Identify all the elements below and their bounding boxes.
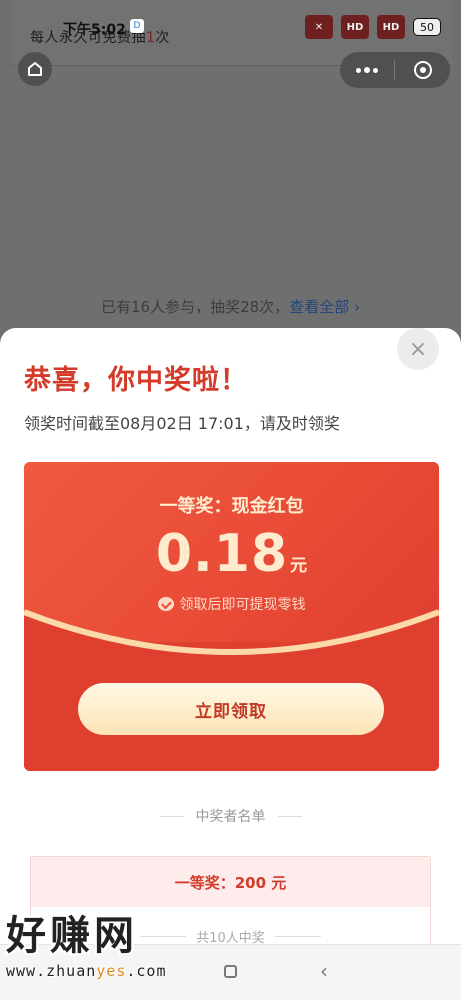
watermark: 好赚网 www.zhuanyes.com (6, 912, 167, 980)
free-draw-count: 1 (146, 30, 156, 46)
prize-sheet: × 恭喜，你中奖啦！ 领奖时间截至08月02日 17:01，请及时领奖 一等奖：… (0, 328, 461, 1000)
divider (274, 936, 321, 937)
wechat-pay-icon (157, 597, 174, 611)
winners-heading: 中奖者名单 (0, 806, 461, 826)
dot-icon (356, 67, 361, 73)
amount-unit: 元 (290, 556, 308, 576)
close-icon: × (408, 336, 428, 362)
claim-button[interactable]: 立即领取 (78, 683, 384, 735)
view-all-link[interactable]: 查看全部 › (289, 298, 360, 316)
app-notification-icon: D (130, 19, 144, 33)
exit-button[interactable] (395, 61, 450, 79)
status-time: 下午5:02 (63, 22, 126, 38)
prize-title: 一等奖：现金红包 (159, 496, 304, 517)
free-draw-suffix: 次 (155, 30, 170, 46)
withdraw-text: 领取后即可提现零钱 (179, 597, 306, 613)
view-all-label: 查看全部 (289, 298, 350, 316)
amount-value: 0.18 (155, 524, 289, 584)
dot-icon (364, 67, 370, 73)
more-button[interactable] (340, 52, 394, 88)
back-icon[interactable]: ‹ (320, 959, 328, 983)
home-icon (28, 62, 42, 76)
prize-card: 一等奖：现金红包 0.18 元 领取后即可提现零钱 立即领取 (24, 462, 439, 771)
divider (159, 815, 184, 817)
close-button[interactable]: × (397, 328, 439, 370)
withdraw-note: 领取后即可提现零钱 (24, 594, 439, 614)
watermark-logo: 好赚网 (6, 913, 138, 959)
divider (277, 815, 302, 817)
recents-icon[interactable] (224, 965, 237, 978)
battery-icon: 50 (413, 18, 441, 36)
prize-amount: 0.18 元 (24, 524, 439, 584)
home-button[interactable] (18, 52, 52, 86)
winners-tier: 一等奖：200 元 (31, 857, 430, 907)
mini-program-capsule (340, 52, 450, 88)
status-icons: ✕ HD HD 50 (305, 15, 441, 39)
watermark-url: www.zhuanyes.com (6, 962, 167, 980)
signal-icon: HD (341, 15, 369, 39)
signal-icon-2: HD (377, 15, 405, 39)
winners-title: 中奖者名单 (195, 809, 266, 825)
target-icon (413, 61, 432, 79)
claim-deadline: 领奖时间截至08月02日 17:01，请及时领奖 (24, 414, 340, 433)
participants-summary: 已有16人参与，抽奖28次，查看全部 › (0, 296, 461, 317)
dot-icon (373, 67, 378, 73)
congrats-title: 恭喜，你中奖啦！ (24, 365, 248, 396)
mute-icon: ✕ (305, 15, 333, 39)
background-page: 每人永久可免费抽1次 已有16人参与，抽奖28次，查看全部 › (0, 0, 461, 340)
participants-text: 已有16人参与，抽奖28次， (101, 298, 290, 316)
